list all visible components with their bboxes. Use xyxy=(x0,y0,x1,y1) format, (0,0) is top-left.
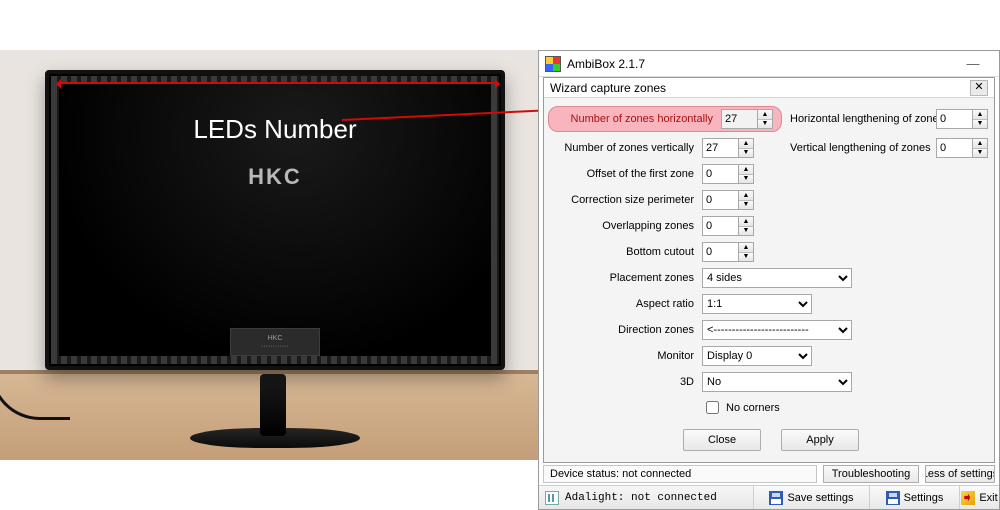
input-corr-perimeter-value[interactable] xyxy=(702,190,738,210)
label-vlen: Vertical lengthening of zones xyxy=(790,142,928,154)
label-3d: 3D xyxy=(548,376,694,388)
bottom-toolbar: Adalight: not connected Save settings Se… xyxy=(539,485,999,509)
label-overlap: Overlapping zones xyxy=(548,220,694,232)
exit-label: Exit xyxy=(979,492,997,504)
input-hlen[interactable]: ▲▼ xyxy=(936,109,990,129)
connection-status: Adalight: not connected xyxy=(539,486,753,509)
input-offset-first-value[interactable] xyxy=(702,164,738,184)
select-3d[interactable]: No xyxy=(702,372,852,392)
input-vlen[interactable]: ▲▼ xyxy=(936,138,990,158)
window-title: AmbiBox 2.1.7 xyxy=(567,57,645,71)
label-monitor: Monitor xyxy=(548,350,694,362)
spinner-overlap[interactable]: ▲▼ xyxy=(738,216,754,236)
label-brand: HKC xyxy=(268,335,283,342)
label-placement: Placement zones xyxy=(548,272,694,284)
label-offset-first: Offset of the first zone xyxy=(548,168,694,180)
label-serial: ············ xyxy=(261,343,289,350)
select-aspect[interactable]: 1:1 xyxy=(702,294,812,314)
apply-button[interactable]: Apply xyxy=(781,429,859,451)
zones-horizontal-highlight: Number of zones horizontally ▲▼ xyxy=(548,106,782,132)
spinner-hlen[interactable]: ▲▼ xyxy=(972,109,988,129)
connection-text: Adalight: not connected xyxy=(565,492,717,504)
settings-floppy-icon xyxy=(886,491,900,505)
troubleshoot-button[interactable]: Troubleshooting xyxy=(823,465,919,483)
label-zones-v: Number of zones vertically xyxy=(548,142,694,154)
select-monitor[interactable]: Display 0 xyxy=(702,346,812,366)
label-hlen: Horizontal lengthening of zones xyxy=(790,113,928,125)
label-zones-h: Number of zones horizontally xyxy=(571,113,713,125)
select-direction[interactable]: <-------------------------- xyxy=(702,320,852,340)
save-settings-label: Save settings xyxy=(787,492,853,504)
minimize-button[interactable]: ― xyxy=(953,52,993,76)
input-corr-perimeter[interactable]: ▲▼ xyxy=(702,190,756,210)
select-placement[interactable]: 4 sides xyxy=(702,268,852,288)
input-hlen-value[interactable] xyxy=(936,109,972,129)
monitor-brand: HKC xyxy=(49,164,501,190)
monitor-stand-neck xyxy=(260,374,286,436)
floppy-icon xyxy=(769,491,783,505)
monitor-screen: LEDs Number HKC HKC ············ xyxy=(45,70,505,370)
spinner-zones-v[interactable]: ▲▼ xyxy=(738,138,754,158)
status-strip: Device status: not connected Troubleshoo… xyxy=(539,463,999,485)
horizontal-leds-arrow xyxy=(59,82,497,84)
label-bottom-cutout: Bottom cutout xyxy=(548,246,694,258)
dialog-close-button[interactable]: ✕ xyxy=(970,80,988,96)
label-direction: Direction zones xyxy=(548,324,694,336)
exit-button[interactable]: Exit xyxy=(959,486,999,509)
label-aspect: Aspect ratio xyxy=(548,298,694,310)
wizard-dialog: Wizard capture zones ✕ Number of zones h… xyxy=(543,77,995,463)
input-overlap[interactable]: ▲▼ xyxy=(702,216,756,236)
label-no-corners: No corners xyxy=(726,402,780,414)
monitor-photo: LEDs Number HKC HKC ············ xyxy=(0,50,540,460)
input-zones-h[interactable]: ▲▼ xyxy=(721,109,775,129)
label-corr-perimeter: Correction size perimeter xyxy=(548,194,694,206)
dialog-body: Number of zones horizontally ▲▼ Horizont… xyxy=(544,98,994,462)
settings-label: Settings xyxy=(904,492,944,504)
input-overlap-value[interactable] xyxy=(702,216,738,236)
input-offset-first[interactable]: ▲▼ xyxy=(702,164,756,184)
ambibox-window: AmbiBox 2.1.7 ― Wizard capture zones ✕ N… xyxy=(538,50,1000,510)
adalight-icon xyxy=(545,491,559,505)
close-button[interactable]: Close xyxy=(683,429,761,451)
input-zones-v[interactable]: ▲▼ xyxy=(702,138,756,158)
spinner-vlen[interactable]: ▲▼ xyxy=(972,138,988,158)
exit-icon xyxy=(961,491,975,505)
dialog-titlebar: Wizard capture zones ✕ xyxy=(544,78,994,98)
dialog-title: Wizard capture zones xyxy=(550,81,666,95)
save-settings-button[interactable]: Save settings xyxy=(753,486,869,509)
app-icon xyxy=(545,56,561,72)
monitor-back-label: HKC ············ xyxy=(230,328,320,356)
less-settings-button[interactable]: Less of settings xyxy=(925,465,995,483)
spinner-bottom-cutout[interactable]: ▲▼ xyxy=(738,242,754,262)
input-zones-h-value[interactable] xyxy=(721,109,757,129)
checkbox-no-corners-row[interactable]: No corners xyxy=(702,398,994,417)
settings-button[interactable]: Settings xyxy=(869,486,959,509)
device-status: Device status: not connected xyxy=(543,465,817,483)
checkbox-no-corners[interactable] xyxy=(706,401,719,414)
window-titlebar: AmbiBox 2.1.7 ― xyxy=(539,51,999,77)
spinner-corr-perimeter[interactable]: ▲▼ xyxy=(738,190,754,210)
spinner-offset-first[interactable]: ▲▼ xyxy=(738,164,754,184)
input-zones-v-value[interactable] xyxy=(702,138,738,158)
input-bottom-cutout[interactable]: ▲▼ xyxy=(702,242,756,262)
spinner-zones-h[interactable]: ▲▼ xyxy=(757,109,773,129)
input-bottom-cutout-value[interactable] xyxy=(702,242,738,262)
input-vlen-value[interactable] xyxy=(936,138,972,158)
leds-number-caption: LEDs Number xyxy=(49,114,501,145)
